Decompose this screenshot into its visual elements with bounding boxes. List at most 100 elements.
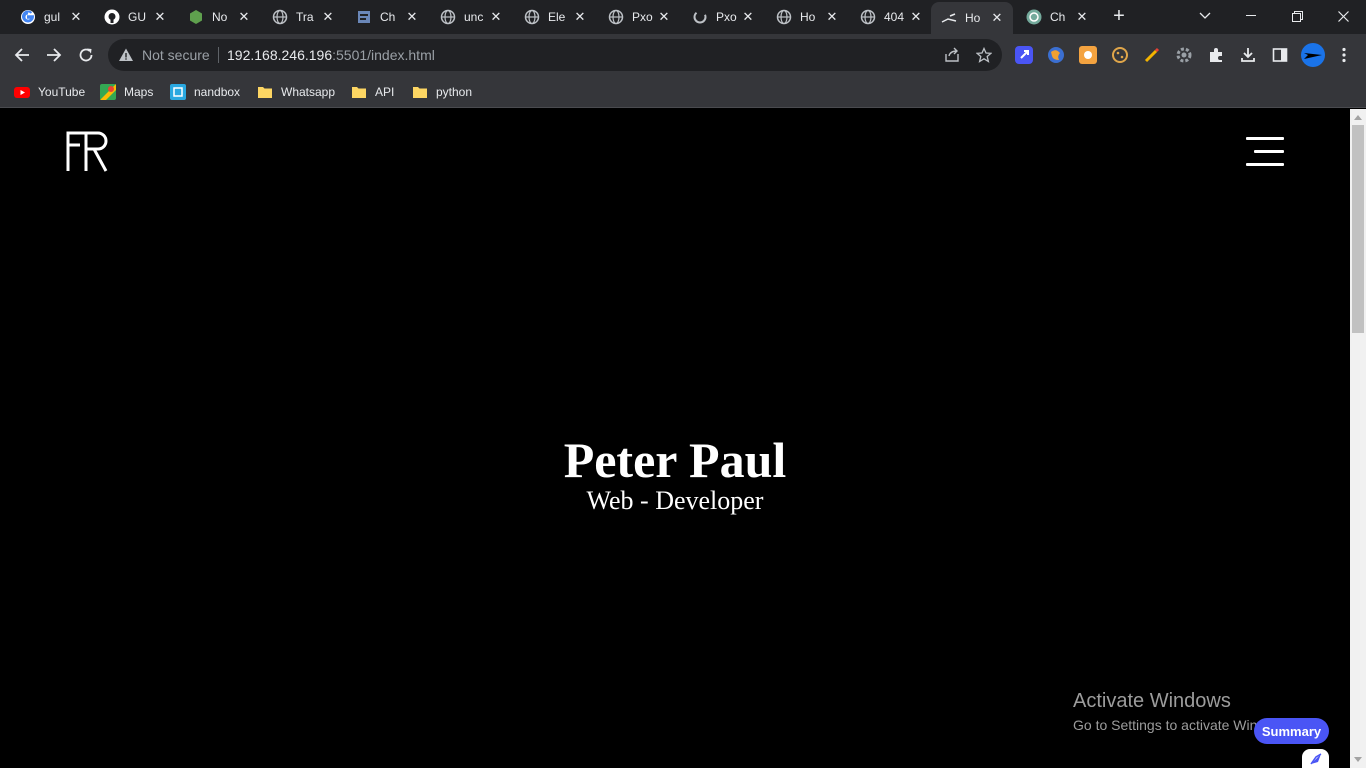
tab-title: Ho bbox=[965, 11, 981, 25]
url-text[interactable]: 192.168.246.196:5501/index.html bbox=[227, 47, 435, 63]
bookmark-whatsapp[interactable]: Whatsapp bbox=[257, 82, 335, 102]
folder-icon bbox=[352, 87, 366, 98]
browser-toolbar: Not secure 192.168.246.196:5501/index.ht… bbox=[0, 34, 1366, 76]
extension-cookie-icon[interactable] bbox=[1111, 46, 1129, 64]
scroll-down-arrow[interactable] bbox=[1354, 757, 1362, 762]
tab-github[interactable]: GU ✕ bbox=[94, 3, 176, 31]
close-icon[interactable]: ✕ bbox=[322, 9, 334, 25]
forward-button[interactable] bbox=[42, 43, 66, 67]
bookmark-maps[interactable]: Maps bbox=[100, 82, 153, 102]
back-button[interactable] bbox=[10, 43, 34, 67]
bookmark-label: python bbox=[436, 85, 473, 99]
tab-globe[interactable]: Tra ✕ bbox=[262, 3, 344, 31]
tab-title: Pxo bbox=[716, 10, 737, 24]
page-icon bbox=[356, 9, 372, 25]
share-icon[interactable] bbox=[944, 47, 960, 63]
close-icon[interactable]: ✕ bbox=[742, 9, 754, 25]
extension-gear-icon[interactable] bbox=[1175, 46, 1193, 64]
hero-name: Peter Paul bbox=[563, 432, 787, 488]
extension-orange-icon[interactable] bbox=[1079, 46, 1097, 64]
close-icon[interactable]: ✕ bbox=[406, 9, 418, 25]
close-icon[interactable]: ✕ bbox=[574, 9, 586, 25]
close-icon[interactable]: ✕ bbox=[490, 9, 502, 25]
close-icon[interactable]: ✕ bbox=[658, 9, 670, 25]
close-icon[interactable]: ✕ bbox=[991, 10, 1003, 26]
side-panel-icon[interactable] bbox=[1271, 46, 1289, 64]
tab-title: Ele bbox=[548, 10, 566, 24]
tab-globe[interactable]: Pxo ✕ bbox=[598, 3, 680, 31]
security-label[interactable]: Not secure bbox=[142, 47, 210, 63]
hero-role: Web - Developer bbox=[586, 486, 764, 515]
bookmark-nandbox[interactable]: nandbox bbox=[170, 82, 240, 102]
bookmark-api[interactable]: API bbox=[351, 82, 394, 102]
arrow-left-icon bbox=[14, 48, 29, 62]
tab-globe[interactable]: Ele ✕ bbox=[514, 3, 596, 31]
close-icon[interactable]: ✕ bbox=[154, 9, 166, 25]
scroll-up-arrow[interactable] bbox=[1354, 115, 1362, 120]
reload-icon bbox=[79, 48, 93, 62]
summary-button[interactable]: Summary bbox=[1254, 718, 1329, 744]
tab-google[interactable]: gul ✕ bbox=[10, 3, 92, 31]
divider bbox=[218, 47, 219, 63]
chevron-down-icon bbox=[1199, 12, 1211, 19]
tab-title: 404 bbox=[884, 10, 905, 24]
profile-avatar[interactable] bbox=[1301, 43, 1325, 67]
tab-active[interactable]: Ho ✕ bbox=[931, 2, 1013, 34]
youtube-icon bbox=[14, 87, 30, 98]
minimize-button[interactable] bbox=[1228, 0, 1274, 32]
tab-globe[interactable]: 404 ✕ bbox=[850, 3, 932, 31]
extension-rocket-icon[interactable] bbox=[1015, 46, 1033, 64]
tab-title: Ch bbox=[1050, 10, 1066, 24]
extension-pen-icon[interactable] bbox=[1143, 46, 1161, 64]
scroll-thumb[interactable] bbox=[1352, 125, 1364, 333]
reload-button[interactable] bbox=[74, 43, 98, 67]
new-tab-button[interactable]: + bbox=[1109, 6, 1129, 26]
site-logo[interactable] bbox=[66, 131, 108, 173]
close-window-button[interactable] bbox=[1320, 0, 1366, 32]
rocket-widget-button[interactable] bbox=[1302, 749, 1329, 768]
vertical-scrollbar[interactable] bbox=[1350, 109, 1366, 768]
address-bar[interactable]: Not secure 192.168.246.196:5501/index.ht… bbox=[108, 39, 1002, 71]
bookmark-label: Maps bbox=[124, 85, 154, 99]
tab-globe[interactable]: unc ✕ bbox=[430, 3, 512, 31]
close-icon[interactable]: ✕ bbox=[70, 9, 82, 25]
nandbox-icon bbox=[170, 84, 186, 100]
tab-globe[interactable]: Ho ✕ bbox=[766, 3, 848, 31]
tab-title: Ch bbox=[380, 10, 396, 24]
tab-loading[interactable]: Pxo ✕ bbox=[682, 3, 764, 31]
bookmark-python[interactable]: python bbox=[412, 82, 472, 102]
close-icon[interactable]: ✕ bbox=[910, 9, 922, 25]
bookmark-star-icon[interactable] bbox=[975, 46, 993, 63]
site-icon bbox=[941, 10, 957, 26]
url-path: :5501/index.html bbox=[332, 47, 435, 63]
menu-toggle-button[interactable] bbox=[1244, 137, 1284, 167]
tab-chatgpt[interactable]: Ch ✕ bbox=[1016, 3, 1098, 31]
globe-icon bbox=[272, 9, 288, 25]
tab-title: No bbox=[212, 10, 228, 24]
tab-title: GU bbox=[128, 10, 146, 24]
close-icon[interactable]: ✕ bbox=[1076, 9, 1088, 25]
restore-button[interactable] bbox=[1274, 0, 1320, 32]
close-icon[interactable]: ✕ bbox=[238, 9, 250, 25]
menu-dots-icon[interactable] bbox=[1335, 46, 1353, 64]
extensions-puzzle-icon[interactable] bbox=[1207, 46, 1225, 64]
download-icon[interactable] bbox=[1239, 46, 1257, 64]
warning-icon[interactable] bbox=[118, 47, 134, 63]
globe-icon bbox=[524, 9, 540, 25]
activate-title: Activate Windows bbox=[1073, 690, 1231, 712]
bookmark-label: API bbox=[375, 85, 395, 99]
page-viewport: Peter Paul Web - Developer Activate Wind… bbox=[0, 109, 1350, 768]
close-icon bbox=[1337, 10, 1349, 22]
tab-title: Tra bbox=[296, 10, 314, 24]
chatgpt-icon bbox=[1026, 9, 1042, 25]
globe-icon bbox=[860, 9, 876, 25]
bookmark-youtube[interactable]: YouTube bbox=[14, 82, 85, 102]
nodejs-icon bbox=[188, 9, 204, 25]
close-icon[interactable]: ✕ bbox=[826, 9, 838, 25]
restore-icon bbox=[1291, 10, 1303, 22]
tab-nodejs[interactable]: No ✕ bbox=[178, 3, 260, 31]
arrow-right-icon bbox=[47, 48, 62, 62]
tab-page[interactable]: Ch ✕ bbox=[346, 3, 428, 31]
extension-globe-icon[interactable] bbox=[1047, 46, 1065, 64]
tab-search-button[interactable] bbox=[1182, 0, 1228, 32]
